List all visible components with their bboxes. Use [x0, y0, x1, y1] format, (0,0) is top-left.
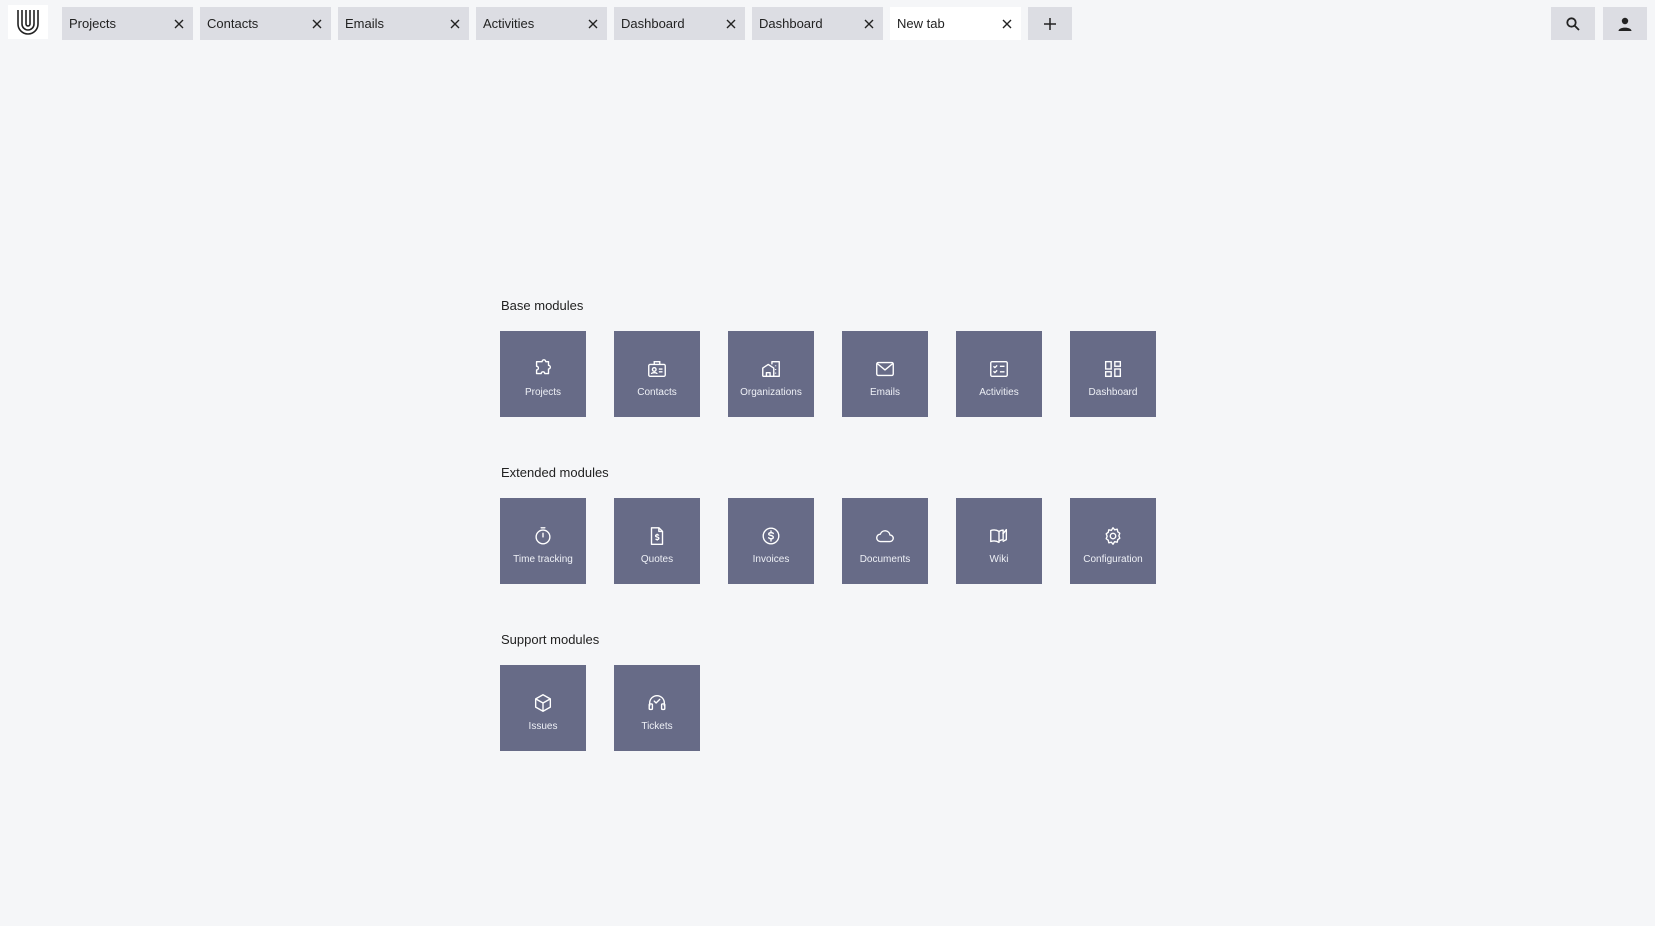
module-organizations[interactable]: Organizations [728, 331, 814, 417]
close-icon[interactable] [723, 16, 739, 32]
module-label: Projects [524, 386, 562, 398]
buildings-icon [759, 357, 783, 381]
module-label: Wiki [989, 553, 1009, 565]
module-label: Organizations [740, 386, 802, 398]
module-documents[interactable]: Documents [842, 498, 928, 584]
close-icon[interactable] [309, 16, 325, 32]
section-title-base: Base modules [501, 298, 584, 313]
gear-icon [1101, 524, 1125, 548]
module-quotes[interactable]: Quotes [614, 498, 700, 584]
stopwatch-icon [531, 524, 555, 548]
tab-label: Contacts [207, 16, 259, 31]
envelope-icon [873, 357, 897, 381]
module-label: Contacts [637, 386, 677, 398]
tab-contacts[interactable]: Contacts [200, 7, 331, 40]
module-projects[interactable]: Projects [500, 331, 586, 417]
tab-activities[interactable]: Activities [476, 7, 607, 40]
module-label: Issues [528, 720, 558, 732]
module-label: Activities [979, 386, 1019, 398]
logo-icon [17, 10, 39, 35]
puzzle-icon [531, 357, 555, 381]
module-label: Dashboard [1088, 386, 1138, 398]
module-activities[interactable]: Activities [956, 331, 1042, 417]
plus-icon [1044, 17, 1056, 30]
module-label: Configuration [1083, 553, 1143, 565]
cube-icon [531, 691, 555, 715]
section-title-extended: Extended modules [501, 465, 609, 480]
tab-label: Emails [345, 16, 385, 31]
tab-label: Dashboard [759, 16, 823, 31]
cloud-icon [873, 524, 897, 548]
user-button[interactable] [1603, 7, 1647, 40]
module-invoices[interactable]: Invoices [728, 498, 814, 584]
user-icon [1618, 17, 1632, 31]
tab-label: Projects [69, 16, 116, 31]
module-dashboard[interactable]: Dashboard [1070, 331, 1156, 417]
module-issues[interactable]: Issues [500, 665, 586, 751]
module-label: Invoices [752, 553, 790, 565]
module-label: Documents [859, 553, 911, 565]
search-button[interactable] [1551, 7, 1595, 40]
close-icon[interactable] [585, 16, 601, 32]
module-configuration[interactable]: Configuration [1070, 498, 1156, 584]
tab-dashboard-2[interactable]: Dashboard [752, 7, 883, 40]
module-time-tracking[interactable]: Time tracking [500, 498, 586, 584]
add-tab-button[interactable] [1028, 7, 1072, 40]
module-label: Tickets [641, 720, 673, 732]
module-tickets[interactable]: Tickets [614, 665, 700, 751]
open-book-icon [987, 524, 1011, 548]
headset-icon [645, 691, 669, 715]
dollar-document-icon [645, 524, 669, 548]
tab-projects[interactable]: Projects [62, 7, 193, 40]
top-bar: Projects Contacts Emails Activities Dash… [0, 0, 1655, 40]
close-icon[interactable] [861, 16, 877, 32]
tab-dashboard[interactable]: Dashboard [614, 7, 745, 40]
tab-label: New tab [897, 16, 945, 31]
dollar-circle-icon [759, 524, 783, 548]
close-icon[interactable] [171, 16, 187, 32]
checklist-icon [987, 357, 1011, 381]
close-icon[interactable] [447, 16, 463, 32]
tab-label: Dashboard [621, 16, 685, 31]
module-label: Emails [869, 386, 900, 398]
section-title-support: Support modules [501, 632, 600, 647]
tab-emails[interactable]: Emails [338, 7, 469, 40]
module-label: Time tracking [513, 553, 573, 565]
search-icon [1566, 16, 1580, 31]
module-label: Quotes [640, 553, 674, 565]
tab-label: Activities [483, 16, 535, 31]
close-icon[interactable] [999, 16, 1015, 32]
app-logo[interactable] [8, 5, 48, 39]
dashboard-grid-icon [1101, 357, 1125, 381]
module-contacts[interactable]: Contacts [614, 331, 700, 417]
module-emails[interactable]: Emails [842, 331, 928, 417]
module-wiki[interactable]: Wiki [956, 498, 1042, 584]
tab-new-tab[interactable]: New tab [890, 7, 1021, 40]
contact-card-icon [645, 357, 669, 381]
